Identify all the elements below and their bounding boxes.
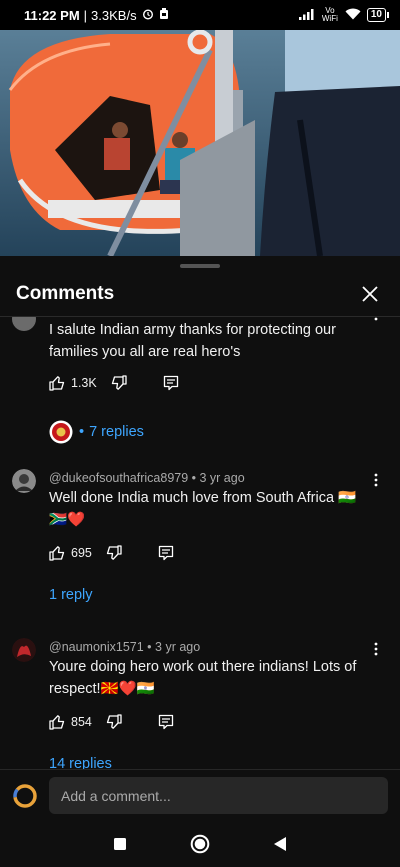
- thumbs-up-icon: [49, 715, 65, 730]
- kebab-icon: [374, 317, 378, 321]
- video-player[interactable]: [0, 30, 400, 256]
- comment-actions: 854: [49, 711, 174, 733]
- reply-dot: •: [79, 424, 85, 440]
- comment-item: @dukeofsouthafrica8979 • 3 yr ago Well d…: [0, 469, 400, 617]
- avatar[interactable]: [12, 317, 36, 331]
- like-button[interactable]: 1.3K: [49, 375, 97, 391]
- drag-handle[interactable]: [180, 264, 220, 268]
- like-count: 854: [71, 715, 92, 729]
- like-count: 695: [71, 546, 92, 560]
- like-count: 1.3K: [71, 376, 97, 390]
- battery-indicator: 10: [366, 8, 390, 22]
- thumbs-down-icon: [111, 375, 127, 390]
- close-button[interactable]: [356, 280, 384, 308]
- add-comment-bar: Add a comment...: [0, 769, 400, 821]
- thumbs-up-icon: [49, 546, 65, 561]
- wifi-icon: [345, 8, 361, 23]
- kebab-icon: [374, 473, 378, 487]
- recents-icon: [114, 838, 126, 850]
- replies-count: 7 replies: [89, 424, 144, 440]
- reply-icon: [158, 714, 174, 730]
- alarm-icon: [142, 8, 154, 23]
- comments-list[interactable]: I salute Indian army thanks for protecti…: [0, 317, 400, 769]
- user-avatar[interactable]: [12, 783, 38, 809]
- comments-panel: Comments I salute Indian army thanks for…: [0, 256, 400, 867]
- status-separator: |: [83, 7, 88, 23]
- panel-title: Comments: [16, 283, 115, 304]
- signal-icon: [298, 8, 315, 23]
- dislike-button[interactable]: [106, 714, 122, 730]
- comment-author-meta: @dukeofsouthafrica8979 • 3 yr ago: [49, 471, 245, 485]
- home-button[interactable]: [185, 829, 215, 859]
- view-replies-link[interactable]: 1 reply: [49, 587, 93, 603]
- vowifi-label: Vo WiFi: [321, 6, 338, 23]
- status-speed: 3.3KB/s: [91, 7, 137, 23]
- panel-header: Comments: [0, 272, 400, 316]
- home-icon: [190, 834, 210, 854]
- notification-icon: [159, 7, 169, 23]
- kebab-icon: [374, 642, 378, 656]
- more-options-button[interactable]: [368, 640, 384, 658]
- view-replies-link[interactable]: 14 replies: [49, 756, 112, 769]
- reply-icon: [158, 545, 174, 561]
- comment-actions: 695: [49, 542, 174, 564]
- dislike-button[interactable]: [111, 375, 127, 391]
- comment-actions: 1.3K: [49, 372, 179, 394]
- system-nav-bar: [0, 821, 400, 867]
- like-button[interactable]: 695: [49, 545, 92, 561]
- comment-author-meta: @naumonix1571 • 3 yr ago: [49, 640, 201, 654]
- status-right: Vo WiFi 10: [298, 6, 390, 23]
- dislike-button[interactable]: [106, 545, 122, 561]
- comment-text: I salute Indian army thanks for protecti…: [49, 322, 336, 360]
- comment-item: I salute Indian army thanks for protecti…: [0, 317, 400, 457]
- like-button[interactable]: 854: [49, 714, 92, 730]
- comment-text: Youre doing hero work out there indians!…: [49, 659, 357, 697]
- video-frame-image: [0, 30, 400, 256]
- avatar[interactable]: [12, 638, 36, 662]
- reply-icon: [163, 375, 178, 391]
- channel-avatar-icon: [49, 420, 73, 444]
- more-options-button[interactable]: [368, 471, 384, 489]
- comment-item: @naumonix1571 • 3 yr ago Youre doing her…: [0, 638, 400, 769]
- reply-button[interactable]: [158, 714, 174, 730]
- back-icon: [274, 837, 286, 851]
- comment-text: Well done India much love from South Afr…: [49, 490, 357, 528]
- thumbs-down-icon: [106, 714, 122, 729]
- thumbs-up-icon: [49, 376, 65, 391]
- more-options-button[interactable]: [368, 317, 384, 325]
- recents-button[interactable]: [105, 829, 135, 859]
- status-time: 11:22 PM: [24, 7, 80, 23]
- close-icon: [362, 286, 378, 302]
- reply-button[interactable]: [163, 375, 179, 391]
- status-bar: 11:22 PM | 3.3KB/s Vo WiFi 10: [0, 0, 400, 30]
- thumbs-down-icon: [106, 545, 122, 560]
- add-comment-input[interactable]: Add a comment...: [49, 777, 388, 814]
- view-replies-link[interactable]: • 7 replies: [49, 420, 144, 444]
- back-button[interactable]: [265, 829, 295, 859]
- reply-button[interactable]: [158, 545, 174, 561]
- avatar[interactable]: [12, 469, 36, 493]
